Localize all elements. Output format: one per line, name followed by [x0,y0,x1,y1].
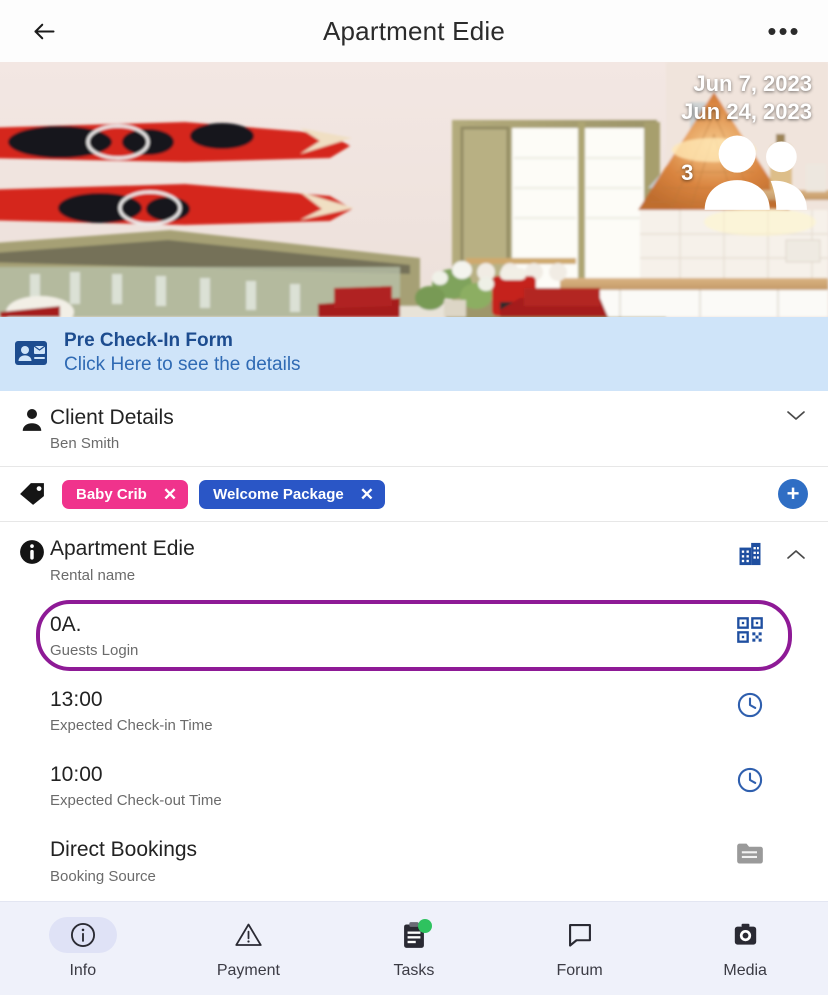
guests-login-row[interactable]: 0A. Guests Login [0,597,828,673]
chat-bubble-icon [568,924,591,947]
nav-tab-payment[interactable]: Payment [166,902,332,995]
nav-label-info: Info [69,962,97,979]
overflow-menu-button[interactable]: ••• [762,9,806,53]
app-bar: Apartment Edie ••• [0,0,828,62]
page-title: Apartment Edie [322,15,505,46]
client-name: Ben Smith [50,435,120,453]
client-details-trail [786,405,806,422]
nav-tasks-icon-pill [380,917,448,953]
nav-tab-forum[interactable]: Forum [497,902,663,995]
back-button[interactable] [22,9,66,53]
folder-icon[interactable] [736,841,764,865]
checkout-time-label: Expected Check-out Time [50,792,222,810]
rental-name-row[interactable]: Apartment Edie Rental name [0,522,828,598]
clock-icon[interactable] [736,691,764,719]
pre-checkin-banner[interactable]: Pre Check-In Form Click Here to see the … [0,317,828,391]
check-in-date: Jun 7, 2023 [693,71,812,96]
person-icon [22,408,42,431]
checkin-time-trail [736,687,806,719]
booking-source-row[interactable]: Direct Bookings Booking Source [0,823,828,899]
banner-subtitle: Click Here to see the details [64,354,301,375]
checkout-time-row[interactable]: 10:00 Expected Check-out Time [0,748,828,824]
banner-title: Pre Check-In Form [64,330,233,351]
guests-login-highlight: 0A. Guests Login [0,597,828,673]
nav-payment-icon-pill [214,917,282,953]
info-section-lead [14,536,50,565]
tag-chip-remove-icon[interactable]: ✕ [163,486,177,503]
rental-name-body: Apartment Edie Rental name [50,536,736,583]
checkout-time-lead [14,762,50,765]
tasks-badge [417,919,432,933]
tag-chip[interactable]: Baby Crib ✕ [62,479,189,509]
booking-source-value: Direct Bookings [50,838,198,862]
camera-icon [734,923,756,945]
nav-media-icon-pill [711,917,779,953]
tag-icon [20,483,44,506]
people-icon [705,135,808,211]
nav-tab-tasks[interactable]: Tasks [331,902,497,995]
booking-source-body: Direct Bookings Booking Source [50,837,736,884]
clock-icon[interactable] [736,766,764,794]
guests-login-label: Guests Login [50,641,139,659]
checkout-time-value: 10:00 [50,763,103,786]
chevron-down-icon[interactable] [786,409,806,422]
nav-tab-media[interactable]: Media [662,902,828,995]
nav-tab-info[interactable]: Info [0,902,166,995]
tag-chip-label: Baby Crib [76,485,147,503]
tag-chip-label: Welcome Package [213,485,344,503]
rental-name-label: Rental name [50,566,136,584]
nav-label-tasks: Tasks [393,962,435,979]
add-tag-button[interactable]: + [778,479,808,510]
tag-icon-wrap [14,482,50,506]
tag-chip-list: Baby Crib ✕ Welcome Package ✕ [62,479,766,509]
info-icon [20,540,44,565]
chevron-up-icon[interactable] [786,548,806,561]
id-card-icon [15,341,47,365]
booking-id-row[interactable]: 17 Booking ID [0,898,828,901]
tag-chip-remove-icon[interactable]: ✕ [360,486,374,503]
building-icon[interactable] [736,540,764,568]
guest-count-row: 3 [681,128,812,217]
nav-info-icon-pill [48,917,117,953]
details-scroll-area[interactable]: Pre Check-In Form Click Here to see the … [0,317,828,901]
nav-label-forum: Forum [556,962,603,979]
client-details-title: Client Details [50,406,174,429]
booking-source-lead [14,837,50,840]
checkin-time-value: 13:00 [50,687,103,711]
tags-row: Baby Crib ✕ Welcome Package ✕ + [0,467,828,522]
check-out-date: Jun 24, 2023 [681,99,812,125]
client-details-row[interactable]: Client Details Ben Smith [0,391,828,467]
rental-name-value: Apartment Edie [50,537,195,561]
bottom-navigation-bar: Info Payment Tasks Forum Media [0,901,828,995]
guest-count: 3 [681,159,694,185]
nav-forum-icon-pill [546,917,614,953]
booking-source-trail [736,837,806,865]
checkout-time-trail [736,762,806,794]
client-details-lead [14,405,50,432]
tag-chip[interactable]: Welcome Package ✕ [199,479,385,509]
property-hero-image[interactable]: Jun 7, 2023 Jun 24, 2023 3 [0,62,828,317]
info-circle-icon [70,922,95,948]
client-details-body: Client Details Ben Smith [50,405,786,452]
guests-login-body: 0A. Guests Login [50,612,736,659]
checkin-time-label: Expected Check-in Time [50,717,213,734]
plus-circle-icon: + [786,481,800,507]
nav-label-payment: Payment [216,962,280,979]
checkin-time-body: 13:00 Expected Check-in Time [50,687,736,734]
booking-source-label: Booking Source [50,867,156,885]
rental-name-trail [736,536,806,568]
booking-dates-overlay: Jun 7, 2023 Jun 24, 2023 3 [681,70,812,218]
guests-login-trail [736,612,806,644]
guests-login-lead [14,612,50,615]
guests-login-value: 0A. [50,612,82,636]
checkout-time-body: 10:00 Expected Check-out Time [50,762,736,809]
warning-triangle-icon [235,923,262,946]
overflow-menu-icon: ••• [767,15,801,46]
checkin-time-lead [14,687,50,690]
arrow-left-icon [33,23,55,39]
nav-label-media: Media [723,962,767,979]
checkin-time-row[interactable]: 13:00 Expected Check-in Time [0,672,828,748]
app-screen: Apartment Edie ••• Jun 7, 2023 Jun 24, 2… [0,0,828,995]
qr-code-icon[interactable] [736,616,764,644]
